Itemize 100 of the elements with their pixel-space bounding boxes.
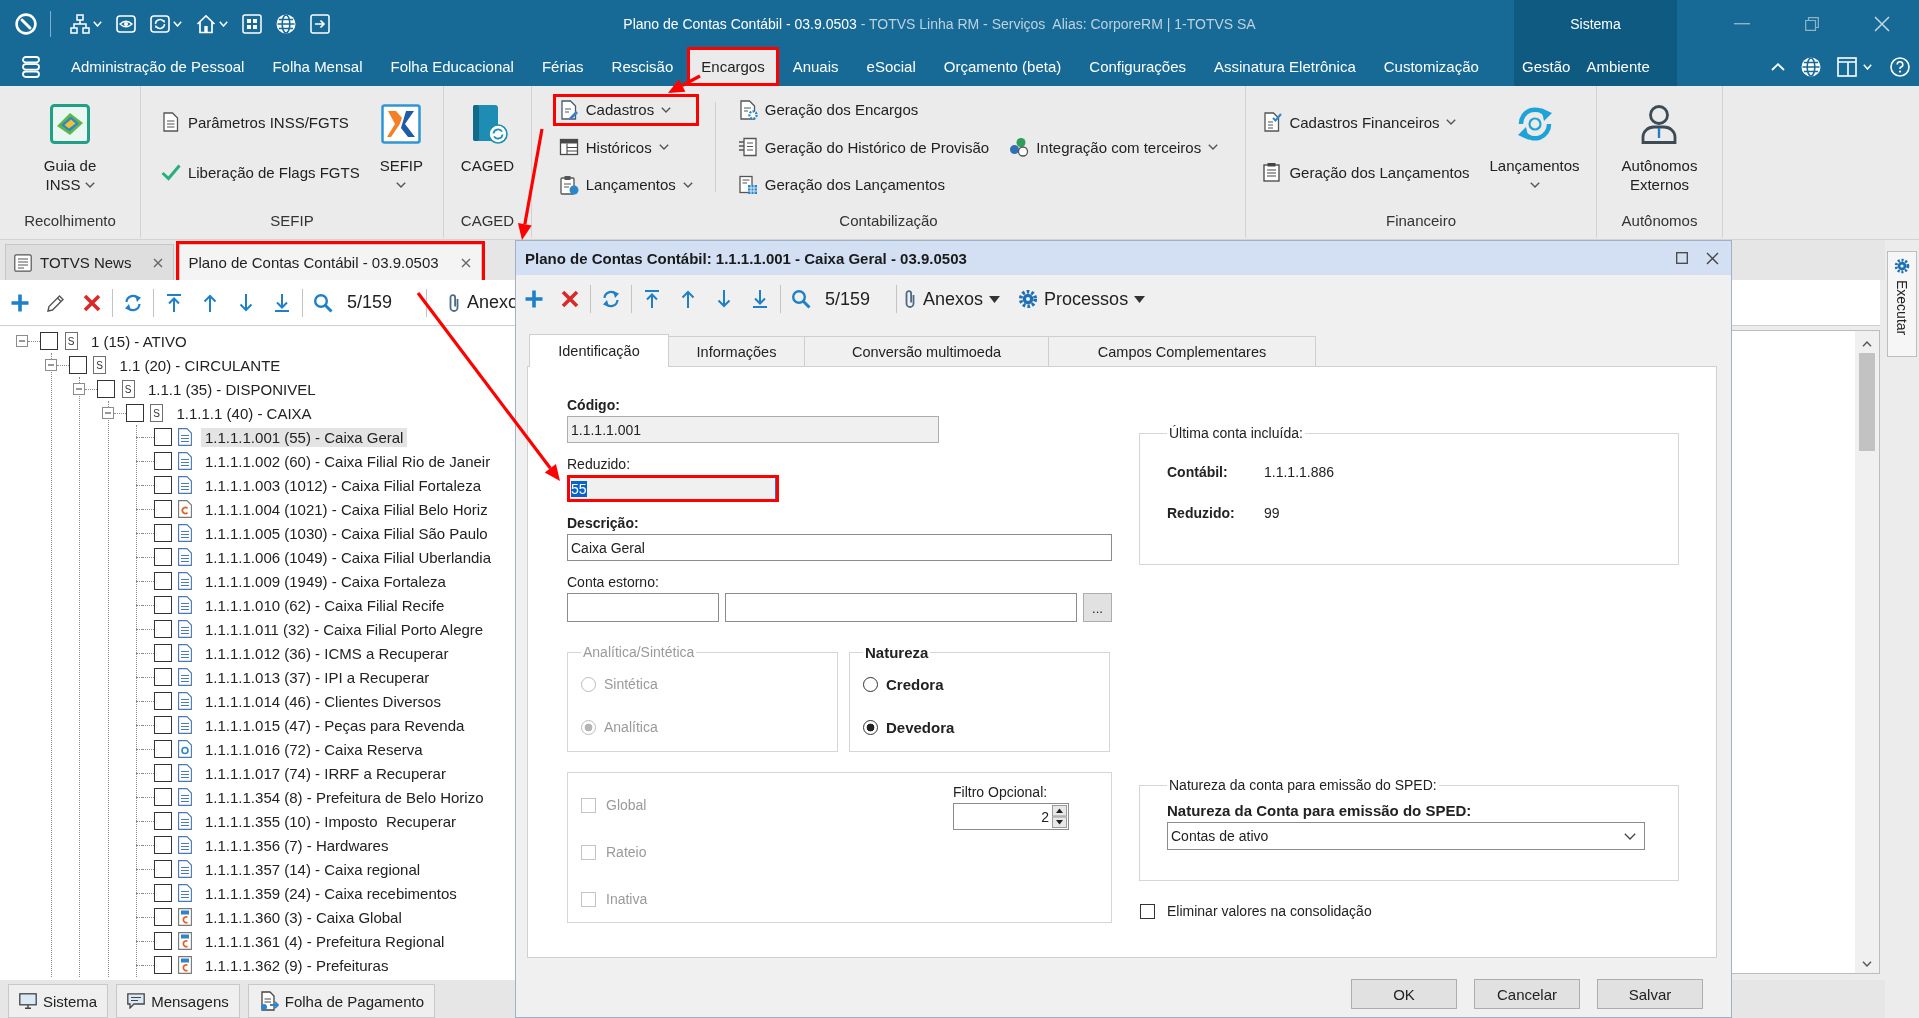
checkbox[interactable] [154, 644, 172, 662]
refresh-icon[interactable] [150, 13, 170, 34]
ribbon-button[interactable]: Parâmetros INSS/FGTS [154, 106, 366, 138]
caret-up-icon[interactable] [1862, 341, 1872, 347]
exit-icon[interactable] [310, 13, 330, 34]
scrollbar[interactable] [1855, 331, 1879, 973]
tree-item[interactable]: 1.1.1 (35) - DISPONIVEL [144, 379, 320, 399]
tree-item[interactable]: 1.1.1.1.354 (8) - Prefeitura de Belo Horizo [201, 787, 488, 807]
document-tab[interactable]: TOTVS News [5, 244, 175, 280]
radio-button[interactable] [863, 676, 878, 692]
menu-tab[interactable]: Férias [527, 47, 598, 86]
tree-item[interactable]: 1.1.1.1.006 (1049) - Caixa Filial Uberlandia [201, 547, 495, 567]
checkbox[interactable] [154, 716, 172, 734]
processes-button[interactable]: Processos [1014, 288, 1150, 310]
tree-item[interactable]: 1.1.1.1.015 (47) - Peças para Revenda [201, 715, 469, 735]
checkbox[interactable] [1140, 903, 1155, 919]
checkbox[interactable] [154, 668, 172, 686]
close-icon[interactable] [153, 257, 164, 268]
caret-icon[interactable] [1529, 181, 1540, 188]
tree-item[interactable]: 1.1.1.1.356 (7) - Hardwares [201, 835, 393, 855]
ribbon-button[interactable]: Guia de INSS [37, 86, 103, 208]
collapse-icon[interactable] [44, 359, 57, 371]
caret-icon[interactable] [658, 144, 669, 150]
maximize-icon[interactable] [1676, 252, 1688, 264]
text-field[interactable]: Caixa Geral [567, 534, 1112, 561]
caret-icon[interactable] [1446, 119, 1457, 125]
menu-tab[interactable]: Folha Educacional [376, 47, 528, 86]
radio-button[interactable] [863, 719, 878, 735]
refresh-icon[interactable] [601, 289, 621, 309]
checkbox[interactable] [154, 500, 172, 518]
caret-icon[interactable] [661, 106, 672, 113]
search-icon[interactable] [791, 289, 811, 309]
tree-item[interactable]: 1.1.1.1.009 (1949) - Caixa Fortaleza [201, 571, 450, 591]
caret-icon[interactable] [84, 181, 95, 188]
checkbox[interactable] [40, 332, 58, 350]
ribbon-button[interactable]: Cadastros [552, 93, 699, 126]
menu-tab[interactable]: Anuais [778, 47, 853, 86]
panel-tab[interactable]: Mensagens [116, 984, 240, 1018]
checkbox[interactable] [154, 548, 172, 566]
ribbon-button[interactable]: Integração com terceiros [1003, 131, 1225, 163]
ribbon-button[interactable]: Geração dos Lançamentos [1256, 156, 1476, 188]
add-icon[interactable] [524, 289, 544, 309]
collapse-icon[interactable] [101, 407, 114, 419]
checkbox[interactable] [154, 740, 172, 758]
circle-slash-icon[interactable] [15, 12, 37, 35]
ribbon-button[interactable]: Geração dos Encargos [731, 93, 996, 126]
close-icon[interactable] [460, 257, 471, 268]
menu-tab[interactable]: eSocial [852, 47, 930, 86]
caret-icon[interactable] [989, 295, 1001, 303]
tree-item[interactable]: 1.1.1.1.361 (4) - Prefeitura Regional [201, 931, 449, 951]
tree-item[interactable]: 1.1.1.1.016 (72) - Caixa Reserva [201, 739, 427, 759]
ribbon-button[interactable]: Autônomos Externos [1615, 86, 1704, 208]
tree-item[interactable]: 1.1.1.1.004 (1021) - Caixa Filial Belo Horiz [201, 499, 492, 519]
first-icon[interactable] [164, 292, 184, 313]
gear-icon[interactable] [1018, 289, 1039, 309]
tree-item[interactable]: 1.1.1.1.001 (55) - Caixa Geral [201, 427, 408, 447]
caret-icon[interactable] [1208, 144, 1219, 150]
side-tab[interactable]: Executar [1887, 251, 1917, 357]
checkbox[interactable] [154, 452, 172, 470]
menu-tab[interactable]: Ambiente [1578, 47, 1658, 86]
tree-item[interactable]: 1.1.1.1.360 (3) - Caixa Global [201, 907, 406, 927]
checkbox[interactable] [154, 692, 172, 710]
text-field[interactable]: 1.1.1.1.001 [567, 416, 939, 443]
grid-icon[interactable] [242, 13, 262, 34]
tree-item[interactable]: 1.1.1.1.013 (37) - IPI a Recuperar [201, 667, 434, 687]
checkbox[interactable] [154, 860, 172, 878]
menu-tab[interactable]: Encargos [687, 47, 779, 86]
ribbon-button[interactable]: Lançamentos [1483, 86, 1586, 208]
checkbox[interactable] [154, 932, 172, 950]
checkbox[interactable] [154, 908, 172, 926]
globe-icon[interactable] [276, 13, 296, 34]
ribbon-button[interactable]: Lançamentos [552, 168, 699, 201]
globe-icon[interactable] [1801, 56, 1821, 77]
tab[interactable]: Identificação [529, 334, 669, 367]
checkbox[interactable] [68, 356, 87, 374]
chevron-down-icon[interactable] [1624, 832, 1636, 840]
document-tab[interactable]: Plano de Contas Contábil - 03.9.0503 [179, 244, 482, 280]
ribbon-button[interactable]: Históricos [552, 131, 699, 163]
tree-item[interactable]: 1.1.1.1.012 (36) - ICMS a Recuperar [201, 643, 453, 663]
tree-item[interactable]: 1.1.1.1.011 (32) - Caixa Filial Porto Alegre [201, 619, 488, 639]
tree-item[interactable]: 1.1.1.1.359 (24) - Caixa recebimentos [201, 883, 461, 903]
panel-tab[interactable]: Folha de Pagamento [247, 984, 435, 1018]
collapse-icon[interactable] [16, 335, 28, 347]
tree-item[interactable]: 1.1.1.1.017 (74) - IRRF a Recuperar [201, 763, 450, 783]
first-icon[interactable] [642, 289, 662, 309]
menu-tab[interactable]: Folha Mensal [258, 47, 377, 86]
checkbox[interactable] [154, 572, 172, 590]
tree-item[interactable]: 1.1.1.1.010 (62) - Caixa Filial Recife [201, 595, 449, 615]
attachments-button[interactable]: Anexos [899, 288, 1005, 310]
dropdown[interactable]: Contas de ativo [1167, 822, 1645, 850]
tree-item[interactable]: 1.1.1.1.014 (46) - Clientes Diversos [201, 691, 445, 711]
save-button[interactable]: Salvar [1597, 979, 1703, 1009]
checkbox[interactable] [125, 404, 144, 422]
delete-icon[interactable] [560, 289, 580, 309]
menu-tab[interactable]: Customização [1369, 47, 1493, 86]
home-icon[interactable] [196, 13, 216, 34]
last-icon[interactable] [750, 289, 770, 309]
hierarchy-icon[interactable] [70, 13, 90, 34]
collapse-icon[interactable] [73, 383, 85, 395]
add-icon[interactable] [10, 292, 30, 313]
